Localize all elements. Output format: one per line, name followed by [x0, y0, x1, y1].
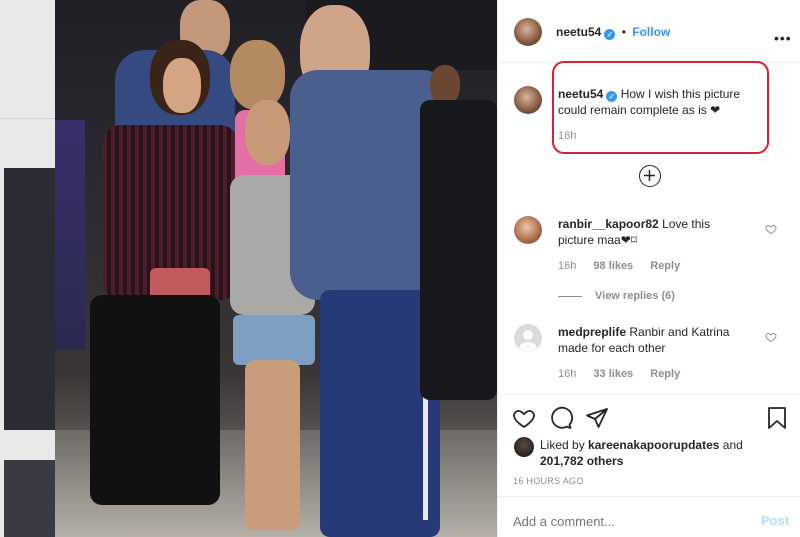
background-left [0, 0, 55, 537]
comment-likes[interactable]: 33 likes [593, 368, 633, 380]
reply-button[interactable]: Reply [650, 368, 680, 380]
caption-avatar[interactable] [514, 86, 542, 114]
more-options-icon[interactable]: ••• [774, 30, 792, 46]
photo-person-hair [230, 40, 285, 110]
header-username[interactable]: neetu54 [556, 25, 601, 39]
comment: ranbir__kapoor82 Love this picture maa❤⌑ [558, 216, 748, 248]
photo-person-shorts [233, 315, 315, 365]
actions-divider [498, 394, 800, 395]
liked-by-others[interactable]: 201,782 others [540, 454, 623, 468]
liked-by: Liked by kareenakapoorupdates and 201,78… [540, 437, 780, 469]
load-more-comments-button[interactable] [639, 165, 661, 187]
comment-avatar[interactable] [514, 216, 542, 244]
comment-like-heart-icon[interactable] [765, 331, 777, 343]
photo-person-legs [245, 360, 300, 530]
view-replies-button[interactable]: View replies (6) [595, 290, 675, 302]
comment-time: 16h [558, 368, 577, 380]
like-heart-icon[interactable] [512, 406, 536, 430]
comment-like-heart-icon[interactable] [765, 223, 777, 235]
post-photo[interactable] [55, 0, 497, 537]
liked-by-and: and [722, 438, 743, 452]
photo-person-suit [420, 100, 497, 400]
share-send-icon[interactable] [585, 406, 609, 430]
photo-person-face [245, 100, 290, 165]
follow-button[interactable]: Follow [632, 25, 670, 39]
comment-username[interactable]: ranbir__kapoor82 [558, 217, 659, 231]
reply-button[interactable]: Reply [650, 260, 680, 272]
post-timestamp: 16 HOURS AGO [513, 476, 584, 486]
comment-meta: 16h 33 likes Reply [558, 368, 694, 380]
comment-likes[interactable]: 98 likes [593, 260, 633, 272]
background-thumbnail [4, 460, 55, 537]
comment-time: 16h [558, 260, 577, 272]
caption-highlight-annotation [552, 61, 769, 154]
comment-box-divider [498, 496, 800, 497]
comment-username[interactable]: medpreplife [558, 325, 626, 339]
background-thumbnail [4, 168, 55, 430]
bookmark-icon[interactable] [766, 406, 788, 430]
header-separator: • [621, 25, 626, 39]
post-comment-button[interactable]: Post [761, 513, 789, 528]
liked-by-user[interactable]: kareenakapoorupdates [588, 438, 719, 452]
background-divider [0, 118, 55, 119]
liked-by-prefix: Liked by [540, 438, 585, 452]
photo-person-face [163, 58, 201, 113]
add-comment-input[interactable] [513, 510, 743, 532]
comment-bubble-icon[interactable] [549, 406, 573, 430]
avatar[interactable] [514, 18, 542, 46]
comment: medpreplife Ranbir and Katrina made for … [558, 324, 748, 356]
photo-person-face [430, 65, 460, 105]
liked-by-avatar[interactable] [514, 437, 534, 457]
view-replies-line [558, 296, 582, 297]
verified-badge-icon: ✓ [604, 29, 616, 40]
photo-neon-light [55, 120, 85, 350]
plus-icon [644, 170, 655, 181]
post-header: neetu54 ✓ • Follow [556, 25, 670, 40]
photo-person-pants [90, 295, 220, 505]
comment-meta: 16h 98 likes Reply [558, 260, 694, 272]
default-avatar-icon[interactable] [514, 324, 542, 352]
